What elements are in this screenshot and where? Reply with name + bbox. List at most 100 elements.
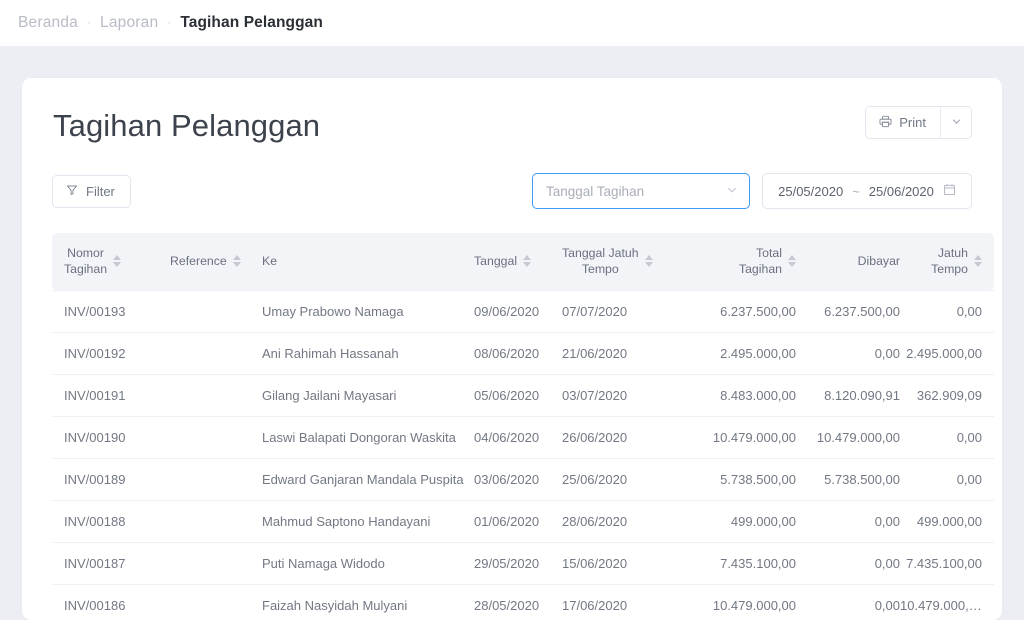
cell-tanggal: 29/05/2020 — [474, 542, 562, 584]
column-label: Jatuh Tempo — [931, 245, 968, 278]
print-button-label: Print — [899, 115, 926, 130]
cell-jatuh_tempo: 0,00 — [900, 290, 994, 332]
cell-total_tagihan: 6.237.500,00 — [686, 290, 796, 332]
cell-ke: Umay Prabowo Namaga — [262, 290, 474, 332]
date-range-start[interactable]: 25/05/2020 — [778, 184, 843, 199]
column-header-ke: Ke — [262, 233, 474, 290]
cell-jatuh_tempo_tgl: 26/06/2020 — [562, 416, 686, 458]
table-row[interactable]: INV/00187 Puti Namaga Widodo29/05/202015/… — [52, 542, 994, 584]
column-header-tanggal-jatuh-tempo[interactable]: Tanggal Jatuh Tempo — [562, 233, 686, 290]
cell-total_tagihan: 5.738.500,00 — [686, 458, 796, 500]
toolbar: Filter Tanggal Tagihan 25/05/2020 ~ 25/0… — [52, 173, 972, 209]
sort-icon[interactable] — [788, 255, 796, 267]
cell-nomor_tagihan: INV/00186 — [52, 584, 170, 620]
cell-tanggal: 05/06/2020 — [474, 374, 562, 416]
sort-icon[interactable] — [974, 255, 982, 267]
table-body: INV/00193Umay Prabowo Namaga09/06/202007… — [52, 290, 994, 620]
cell-jatuh_tempo_tgl: 28/06/2020 — [562, 500, 686, 542]
column-header-nomor-tagihan[interactable]: Nomor Tagihan — [52, 233, 170, 290]
cell-total_tagihan: 10.479.000,00 — [686, 416, 796, 458]
breadcrumb-item-beranda[interactable]: Beranda — [18, 14, 78, 32]
column-label: Total Tagihan — [739, 245, 782, 278]
cell-tanggal: 04/06/2020 — [474, 416, 562, 458]
sort-icon[interactable] — [523, 255, 531, 267]
cell-jatuh_tempo: 10.479.000,00 — [900, 584, 994, 620]
cell-jatuh_tempo_tgl: 17/06/2020 — [562, 584, 686, 620]
table-row[interactable]: INV/00190 Laswi Balapati Dongoran Waskita… — [52, 416, 994, 458]
date-type-select[interactable]: Tanggal Tagihan — [532, 173, 750, 209]
date-range-separator: ~ — [852, 184, 860, 199]
table-header-row: Nomor Tagihan Reference — [52, 233, 994, 290]
cell-jatuh_tempo: 499.000,00 — [900, 500, 994, 542]
page-title: Tagihan Pelanggan — [53, 109, 320, 143]
sort-icon[interactable] — [113, 255, 121, 267]
column-header-jatuh-tempo[interactable]: Jatuh Tempo — [900, 233, 994, 290]
cell-nomor_tagihan: INV/00188 — [52, 500, 170, 542]
cell-dibayar: 0,00 — [796, 500, 900, 542]
cell-reference — [170, 332, 262, 374]
cell-nomor_tagihan: INV/00192 — [52, 332, 170, 374]
cell-jatuh_tempo: 2.495.000,00 — [900, 332, 994, 374]
column-header-reference[interactable]: Reference — [170, 233, 262, 290]
print-button-group: Print — [865, 106, 972, 139]
table-row[interactable]: INV/00189 Edward Ganjaran Mandala Puspita… — [52, 458, 994, 500]
table-row[interactable]: INV/00192 Ani Rahimah Hassanah08/06/2020 2… — [52, 332, 994, 374]
cell-tanggal: 28/05/2020 — [474, 584, 562, 620]
cell-ke: Laswi Balapati Dongoran Waskita — [262, 416, 474, 458]
cell-total_tagihan: 2.495.000,00 — [686, 332, 796, 374]
cell-ke: Edward Ganjaran Mandala Puspita — [262, 458, 474, 500]
cell-reference — [170, 542, 262, 584]
breadcrumb-item-laporan[interactable]: Laporan — [100, 14, 158, 32]
cell-nomor_tagihan: INV/00187 — [52, 542, 170, 584]
cell-jatuh_tempo_tgl: 03/07/2020 — [562, 374, 686, 416]
calendar-icon — [943, 183, 956, 199]
table-row[interactable]: INV/00191Gilang Jailani Mayasari05/06/20… — [52, 374, 994, 416]
cell-reference — [170, 290, 262, 332]
cell-jatuh_tempo: 7.435.100,00 — [900, 542, 994, 584]
column-label: Dibayar — [858, 253, 900, 269]
filter-button-label: Filter — [86, 184, 115, 199]
cell-jatuh_tempo_tgl: 15/06/2020 — [562, 542, 686, 584]
cell-dibayar: 0,00 — [796, 584, 900, 620]
date-range-end[interactable]: 25/06/2020 — [869, 184, 934, 199]
cell-reference — [170, 374, 262, 416]
cell-total_tagihan: 7.435.100,00 — [686, 542, 796, 584]
filter-button[interactable]: Filter — [52, 175, 131, 208]
print-button[interactable]: Print — [866, 107, 940, 138]
cell-reference — [170, 584, 262, 620]
content-card: Tagihan Pelanggan Print — [22, 78, 1002, 620]
invoices-table-container: Nomor Tagihan Reference — [52, 233, 972, 620]
breadcrumb: Beranda · Laporan · Tagihan Pelanggan — [18, 14, 323, 32]
print-dropdown-button[interactable] — [940, 107, 971, 138]
column-header-total-tagihan[interactable]: Total Tagihan — [686, 233, 796, 290]
table-row[interactable]: INV/00186Faizah Nasyidah Mulyani28/05/20… — [52, 584, 994, 620]
table-row[interactable]: INV/00193Umay Prabowo Namaga09/06/202007… — [52, 290, 994, 332]
sort-icon[interactable] — [645, 255, 653, 267]
cell-ke: Ani Rahimah Hassanah — [262, 332, 474, 374]
cell-ke: Gilang Jailani Mayasari — [262, 374, 474, 416]
cell-total_tagihan: 10.479.000,00 — [686, 584, 796, 620]
cell-nomor_tagihan: INV/00189 — [52, 458, 170, 500]
breadcrumb-item-current: Tagihan Pelanggan — [180, 14, 323, 32]
chevron-down-icon — [951, 114, 962, 132]
cell-dibayar: 8.120.090,91 — [796, 374, 900, 416]
cell-tanggal: 08/06/2020 — [474, 332, 562, 374]
cell-ke: Puti Namaga Widodo — [262, 542, 474, 584]
date-range-picker[interactable]: 25/05/2020 ~ 25/06/2020 — [762, 173, 972, 209]
cell-nomor_tagihan: INV/00190 — [52, 416, 170, 458]
cell-reference — [170, 500, 262, 542]
column-label: Tanggal — [474, 253, 517, 269]
column-header-tanggal[interactable]: Tanggal — [474, 233, 562, 290]
cell-ke: Mahmud Saptono Handayani — [262, 500, 474, 542]
cell-jatuh_tempo_tgl: 07/07/2020 — [562, 290, 686, 332]
cell-jatuh_tempo: 0,00 — [900, 458, 994, 500]
column-header-dibayar: Dibayar — [796, 233, 900, 290]
cell-jatuh_tempo: 0,00 — [900, 416, 994, 458]
page-container: Tagihan Pelanggan Print — [0, 46, 1024, 620]
column-label: Reference — [170, 253, 227, 269]
printer-icon — [879, 115, 892, 131]
funnel-icon — [66, 184, 78, 199]
cell-dibayar: 5.738.500,00 — [796, 458, 900, 500]
sort-icon[interactable] — [233, 255, 241, 267]
table-row[interactable]: INV/00188Mahmud Saptono Handayani01/06/2… — [52, 500, 994, 542]
